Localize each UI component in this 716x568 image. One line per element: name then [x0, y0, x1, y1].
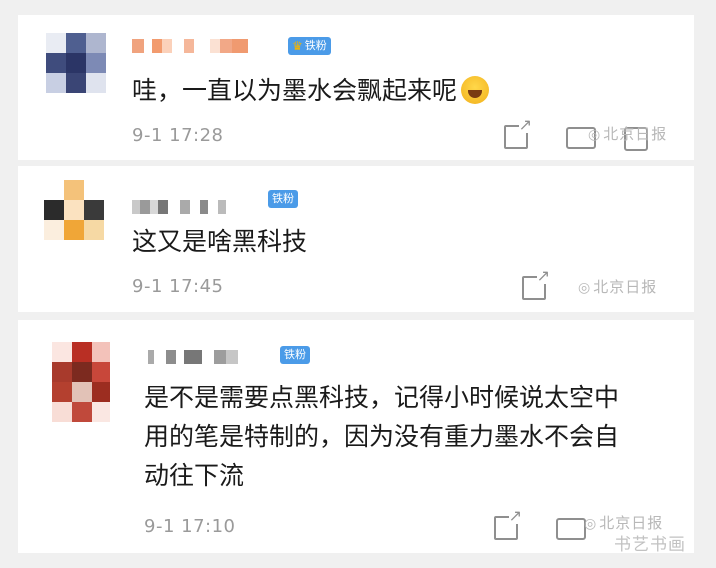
comment-time: 9-1 17:28	[132, 125, 224, 146]
wechat-logo-icon: ◎	[578, 280, 592, 296]
share-icon[interactable]	[494, 508, 522, 540]
comment-icon[interactable]	[556, 518, 586, 540]
comment-text-line: 动往下流	[144, 461, 245, 490]
fan-badge: ♛ 铁粉	[288, 37, 331, 55]
comment-text-content: 这又是啥黑科技	[132, 227, 308, 256]
comment-card: 铁粉 是不是需要点黑科技，记得小时候说太空中 用的笔是特制的，因为没有重力墨水不…	[18, 320, 694, 553]
fan-badge: 铁粉	[268, 190, 298, 208]
avatar[interactable]	[52, 342, 110, 422]
wechat-logo-icon: ◎	[588, 127, 602, 143]
comment-text: 这又是啥黑科技	[132, 222, 307, 261]
comment-time: 9-1 17:45	[132, 276, 224, 297]
fan-badge: 铁粉	[280, 346, 310, 364]
watermark: ◎ 北京日报	[588, 125, 668, 143]
comment-text-line: 用的笔是特制的，因为没有重力墨水不会自	[144, 422, 620, 451]
username[interactable]	[132, 200, 226, 214]
badge-label: 铁粉	[304, 39, 327, 52]
watermark: ◎ 北京日报	[578, 278, 658, 296]
comment-text-line: 是不是需要点黑科技，记得小时候说太空中	[144, 383, 620, 412]
laugh-cry-emoji-icon	[461, 76, 490, 104]
comment-text: 哇，一直以为墨水会飘起来呢	[132, 71, 490, 110]
badge-label: 铁粉	[272, 192, 294, 205]
bottom-watermark: 书艺书画室	[614, 535, 686, 553]
crown-icon: ♛	[292, 39, 303, 53]
comment-text: 是不是需要点黑科技，记得小时候说太空中 用的笔是特制的，因为没有重力墨水不会自 …	[144, 378, 684, 495]
comment-time: 9-1 17:10	[144, 516, 236, 537]
username[interactable]	[132, 39, 248, 53]
username[interactable]	[148, 350, 238, 364]
share-icon[interactable]	[504, 117, 532, 149]
share-icon[interactable]	[522, 268, 550, 300]
badge-label: 铁粉	[284, 348, 306, 361]
wechat-logo-icon: ◎	[584, 516, 598, 532]
comment-card: 铁粉 这又是啥黑科技 9-1 17:45 ◎北京日报	[18, 166, 694, 312]
comment-text-content: 哇，一直以为墨水会飘起来呢	[132, 76, 458, 105]
avatar[interactable]	[44, 180, 104, 240]
comment-card: ♛ 铁粉 哇，一直以为墨水会飘起来呢 9-1 17:28 ◎北京日报	[18, 15, 694, 160]
avatar[interactable]	[46, 33, 106, 93]
